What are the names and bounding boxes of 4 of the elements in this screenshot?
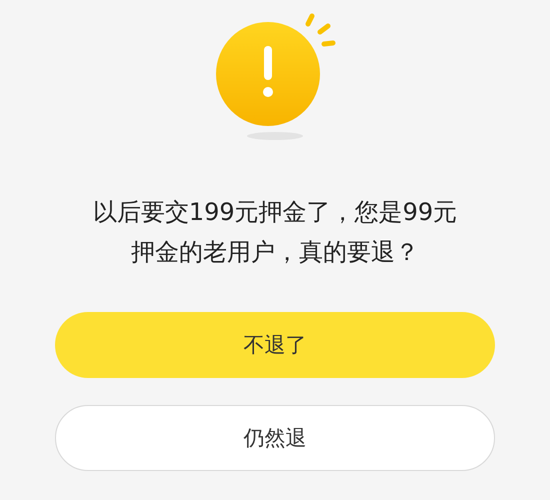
message-text: 押金的老用户，真的要退？ bbox=[130, 238, 419, 266]
message-text: 以后要交199元押金了，您是99元 bbox=[92, 198, 458, 226]
confirm-button[interactable]: 仍然退 bbox=[55, 405, 495, 471]
cancel-button[interactable]: 不退了 bbox=[55, 312, 495, 378]
